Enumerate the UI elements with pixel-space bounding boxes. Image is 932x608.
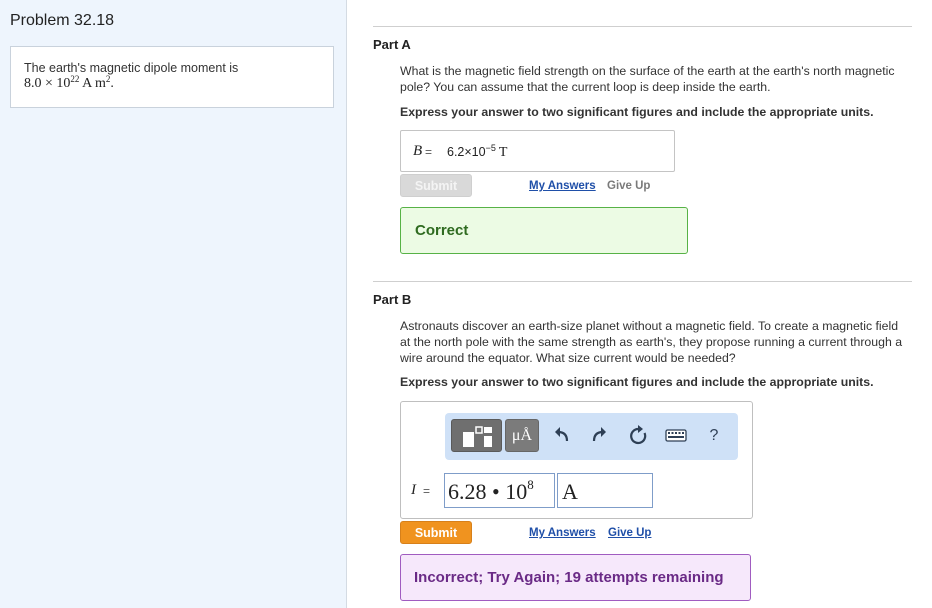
part-a-instruction: Express your answer to two significant f…: [400, 105, 874, 119]
intro-end: .: [110, 76, 114, 91]
part-a-give-up-link[interactable]: Give Up: [607, 180, 650, 192]
undo-arrow-svg: [555, 427, 569, 442]
part-a-answer-base: 6.2×10: [447, 145, 486, 159]
part-a-answer-unit: T: [498, 145, 508, 160]
part-a-header: Part A: [373, 36, 912, 54]
reset-circle-svg: [630, 425, 647, 445]
units-button[interactable]: μÅ: [505, 419, 539, 452]
part-b-header: Part B: [373, 291, 912, 309]
value-input-exp: 8: [527, 477, 534, 492]
problem-sidebar: Problem 32.18 The earth's magnetic dipol…: [0, 0, 347, 608]
problem-title: Problem 32.18: [10, 12, 115, 29]
part-a-question: What is the magnetic field strength on t…: [400, 64, 895, 94]
part-b-feedback-incorrect: Incorrect; Try Again; 19 attempts remain…: [400, 554, 751, 601]
part-a-answer-value: 6.2×10−5 T: [447, 143, 508, 161]
intro-coef: 8.0 × 10: [24, 76, 71, 91]
keyboard-svg: [665, 429, 687, 442]
part-b-question: Astronauts discover an earth-size planet…: [400, 319, 903, 365]
template-blocks-icon-svg: [463, 426, 492, 447]
part-b-equals: =: [423, 484, 431, 498]
part-a-feedback-correct: Correct: [400, 207, 688, 254]
part-a-variable: B: [413, 143, 423, 159]
value-input-base: 6.28 • 10: [448, 479, 528, 504]
value-input[interactable]: 6.28 • 108: [444, 473, 555, 508]
part-a-my-answers-link[interactable]: My Answers: [529, 180, 596, 192]
reset-circle-icon[interactable]: [625, 419, 651, 452]
part-b-divider: [373, 281, 912, 282]
problem-intro-box: The earth's magnetic dipole moment is 8.…: [10, 46, 334, 108]
redo-arrow-icon[interactable]: [586, 419, 612, 452]
part-a-answer-exp: −5: [485, 143, 496, 153]
part-b-label: Part B: [373, 292, 412, 307]
part-a-divider: [373, 26, 912, 27]
part-a-submit-button[interactable]: Submit: [400, 174, 472, 197]
keyboard-icon[interactable]: [663, 419, 689, 452]
redo-arrow-svg: [592, 427, 606, 442]
part-b-instruction: Express your answer to two significant f…: [400, 375, 874, 389]
template-blocks-icon[interactable]: [451, 419, 502, 452]
part-b-my-answers-link[interactable]: My Answers: [529, 527, 596, 539]
intro-unit: A m: [79, 76, 106, 91]
undo-arrow-icon[interactable]: [549, 419, 575, 452]
part-a-equals: =: [425, 145, 433, 159]
math-toolbar: μÅ ?: [445, 413, 738, 460]
part-a-answer-box: B = 6.2×10−5 T: [400, 130, 675, 172]
help-icon[interactable]: ?: [701, 419, 727, 452]
part-a-label: Part A: [373, 37, 411, 52]
unit-input[interactable]: A: [557, 473, 653, 508]
intro-math: 8.0 × 1022 A m2.: [24, 75, 333, 92]
part-b-give-up-link[interactable]: Give Up: [608, 527, 651, 539]
part-b-answer-editor: μÅ ? I = 6.28 • 108 A: [400, 401, 753, 519]
part-b-submit-button[interactable]: Submit: [400, 521, 472, 544]
part-b-variable: I: [411, 482, 416, 498]
